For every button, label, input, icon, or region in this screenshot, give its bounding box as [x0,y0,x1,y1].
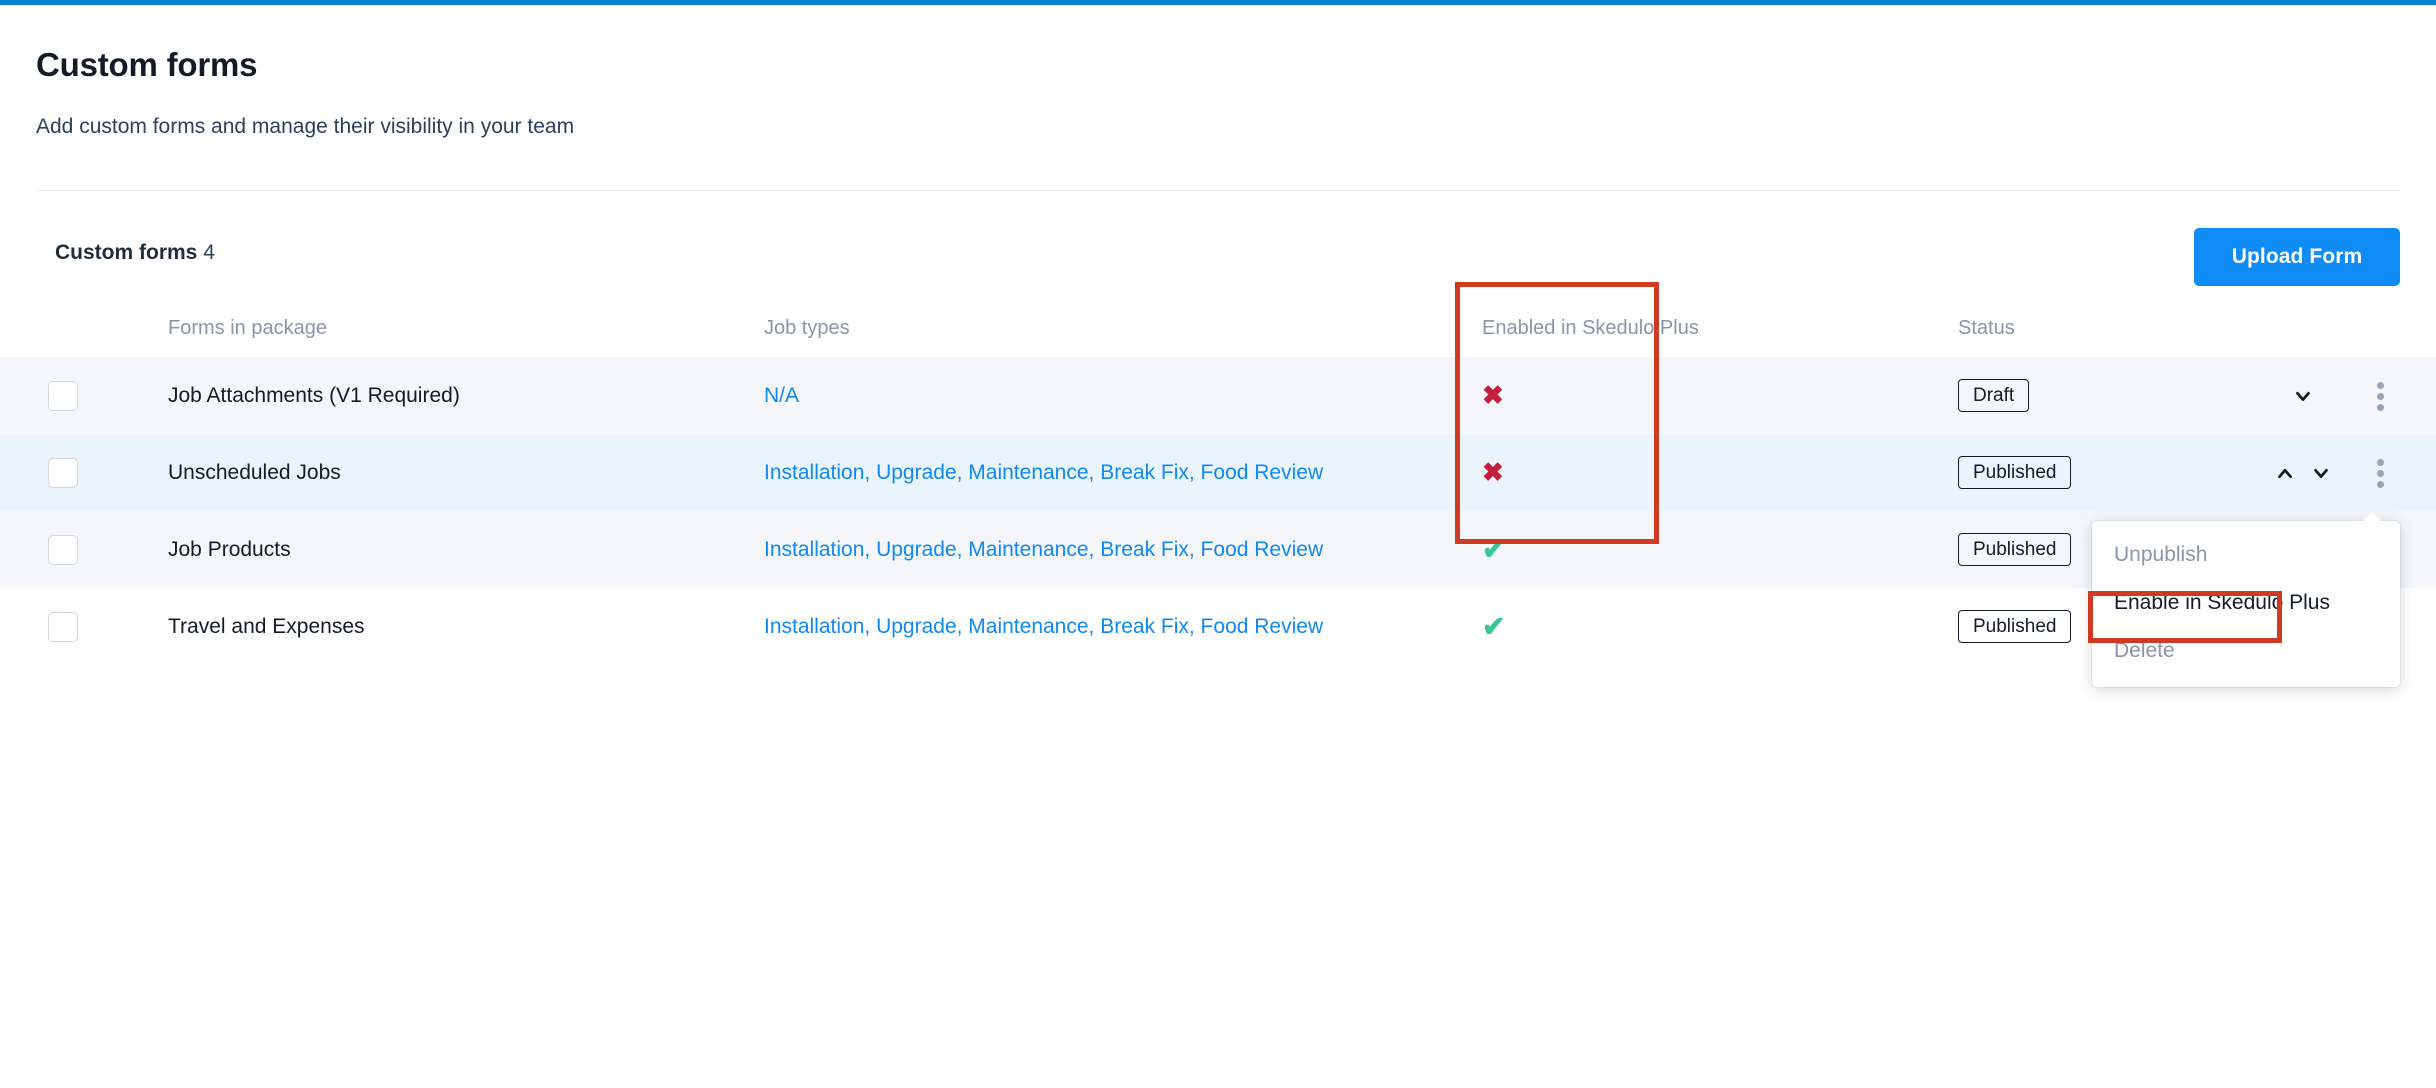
row-select-checkbox[interactable] [48,458,78,488]
chevron-down-icon[interactable] [2310,462,2332,484]
chevron-up-icon[interactable] [2274,462,2296,484]
section-bar: Custom forms 4 Upload Form [0,228,2436,298]
column-header-forms-in-package: Forms in package [168,317,327,339]
job-types-link[interactable]: N/A [764,357,1444,434]
section-title-label: Custom forms [55,241,198,264]
table-row[interactable]: Job Products Installation, Upgrade, Main… [0,511,2436,588]
row-context-menu: Unpublish Enable in Skedulo Plus Delete [2092,512,2400,687]
row-actions-menu-button[interactable] [2368,459,2392,489]
table-row[interactable]: Travel and Expenses Installation, Upgrad… [0,588,2436,665]
form-name: Job Attachments (V1 Required) [168,384,460,407]
row-select-checkbox[interactable] [48,612,78,642]
chevron-down-icon[interactable] [2292,385,2314,407]
status-badge[interactable]: Published [1958,533,2072,566]
status-badge[interactable]: Draft [1958,379,2030,412]
table-header-row: Forms in package Job types Enabled in Sk… [0,300,2436,357]
form-name: Job Products [168,538,291,561]
table-row[interactable]: Job Attachments (V1 Required) N/A ✖ Draf… [0,357,2436,434]
form-name: Travel and Expenses [168,615,365,638]
column-header-job-types: Job types [764,317,850,339]
row-select-checkbox[interactable] [48,535,78,565]
column-header-status: Status [1958,317,2015,339]
row-actions-menu-button[interactable] [2368,382,2392,412]
section-title-count: 4 [203,241,215,264]
enabled-cross-icon: ✖ [1482,380,1504,410]
form-name: Unscheduled Jobs [168,461,341,484]
page-title: Custom forms [36,46,258,83]
upload-form-button[interactable]: Upload Form [2194,228,2400,286]
status-badge[interactable]: Published [1958,610,2072,643]
status-badge[interactable]: Published [1958,456,2072,489]
menu-item-unpublish[interactable]: Unpublish [2092,531,2400,579]
enabled-cross-icon: ✖ [1482,457,1504,487]
custom-forms-table: Forms in package Job types Enabled in Sk… [0,300,2436,665]
job-types-link[interactable]: Installation, Upgrade, Maintenance, Brea… [764,511,1444,588]
job-types-link[interactable]: Installation, Upgrade, Maintenance, Brea… [764,434,1444,511]
menu-item-enable-in-skedulo-plus[interactable]: Enable in Skedulo Plus [2092,579,2400,627]
enabled-check-icon: ✔ [1482,611,1506,642]
section-title: Custom forms 4 [55,238,215,268]
custom-forms-page: Custom forms Add custom forms and manage… [0,0,2436,1088]
header-divider [36,190,2400,191]
page-header: Custom forms Add custom forms and manage… [0,5,2436,141]
menu-item-delete[interactable]: Delete [2092,627,2400,675]
table-row[interactable]: Unscheduled Jobs Installation, Upgrade, … [0,434,2436,511]
enabled-check-icon: ✔ [1482,534,1506,565]
job-types-link[interactable]: Installation, Upgrade, Maintenance, Brea… [764,588,1444,665]
column-header-enabled-in-skedulo-plus: Enabled in Skedulo Plus [1482,317,1699,339]
page-subtitle: Add custom forms and manage their visibi… [36,115,575,138]
row-select-checkbox[interactable] [48,381,78,411]
